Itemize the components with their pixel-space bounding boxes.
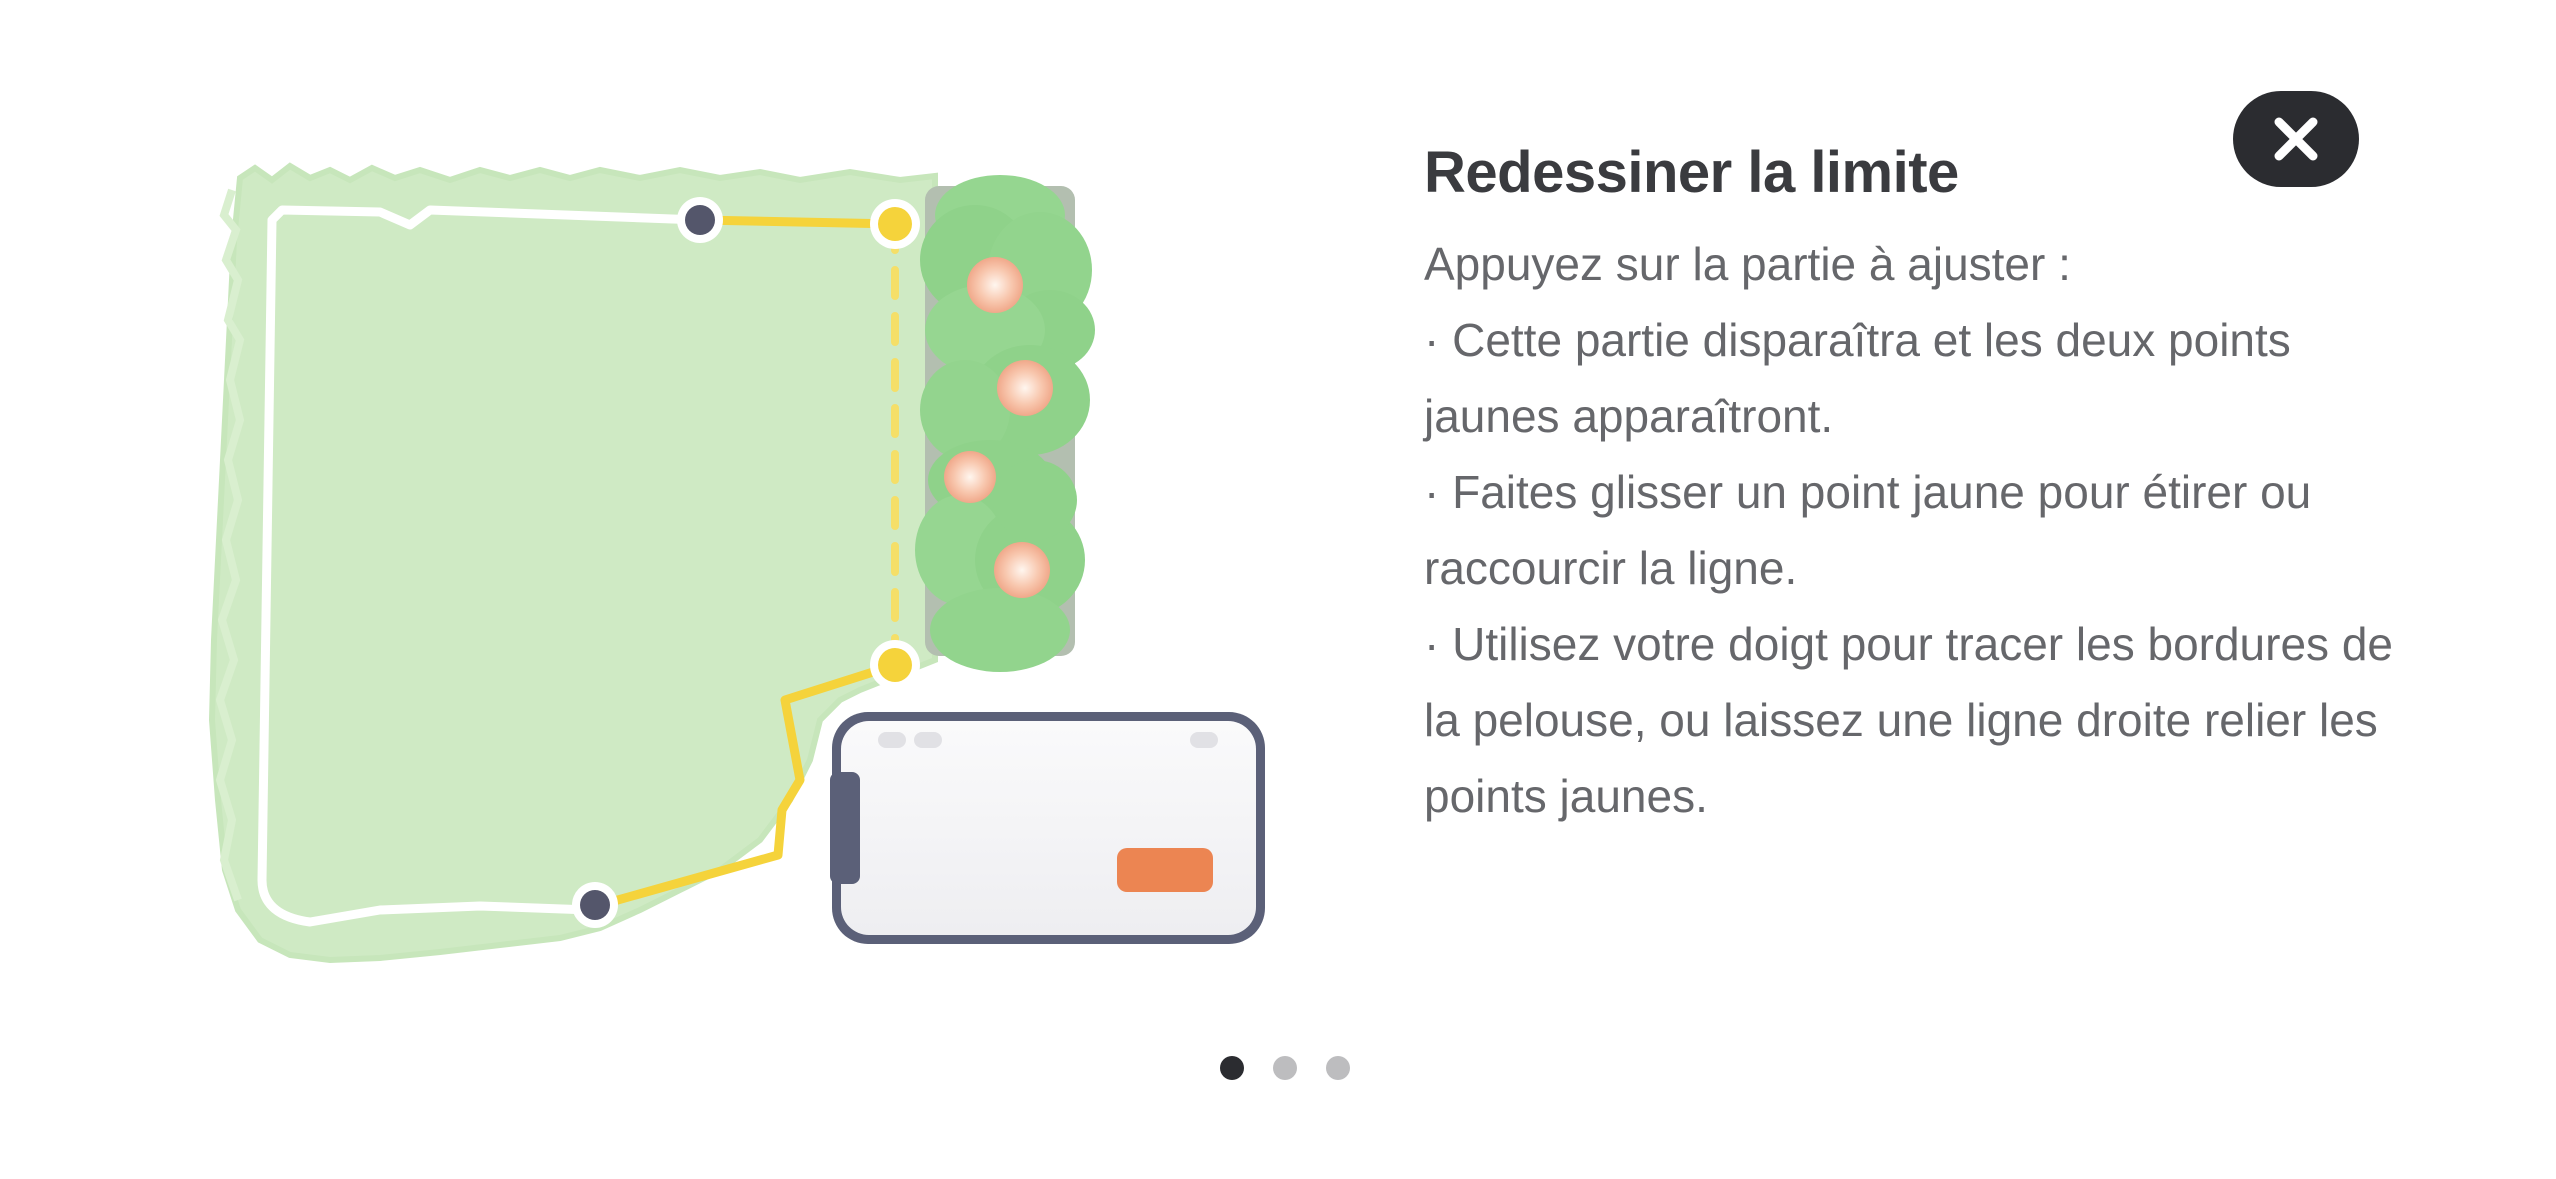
instructions: Appuyez sur la partie à ajuster : · Cett… xyxy=(1424,226,2424,834)
yellow-point-top xyxy=(870,199,920,249)
page-dot-3[interactable] xyxy=(1326,1056,1350,1080)
flower xyxy=(994,542,1050,598)
lawn-area xyxy=(208,162,938,964)
flower xyxy=(967,257,1023,313)
instruction-item: · Utilisez votre doigt pour tracer les b… xyxy=(1424,618,2393,822)
instruction-item: · Cette partie disparaîtra et les deux p… xyxy=(1424,314,2291,442)
boundary-illustration xyxy=(0,0,1400,1000)
page-dot-2[interactable] xyxy=(1273,1056,1297,1080)
anchor-point-bottom xyxy=(572,882,618,928)
page-dot-1[interactable] xyxy=(1220,1056,1244,1080)
flower xyxy=(944,451,996,503)
yellow-point-bottom xyxy=(870,640,920,690)
close-icon[interactable] xyxy=(2273,116,2319,162)
page-title: Redessiner la limite xyxy=(1424,139,1959,205)
charging-station xyxy=(830,712,1265,944)
page-indicator xyxy=(1220,1056,1350,1080)
anchor-point-top xyxy=(677,197,723,243)
lawn-diagram xyxy=(208,162,1265,964)
flower xyxy=(997,360,1053,416)
adjusted-segment-top xyxy=(695,215,900,229)
instruction-intro: Appuyez sur la partie à ajuster : xyxy=(1424,238,2071,290)
dock-button xyxy=(1117,848,1213,892)
close-button[interactable] xyxy=(2233,91,2359,187)
hedge xyxy=(915,175,1095,672)
instruction-item: · Faites glisser un point jaune pour éti… xyxy=(1424,466,2312,594)
